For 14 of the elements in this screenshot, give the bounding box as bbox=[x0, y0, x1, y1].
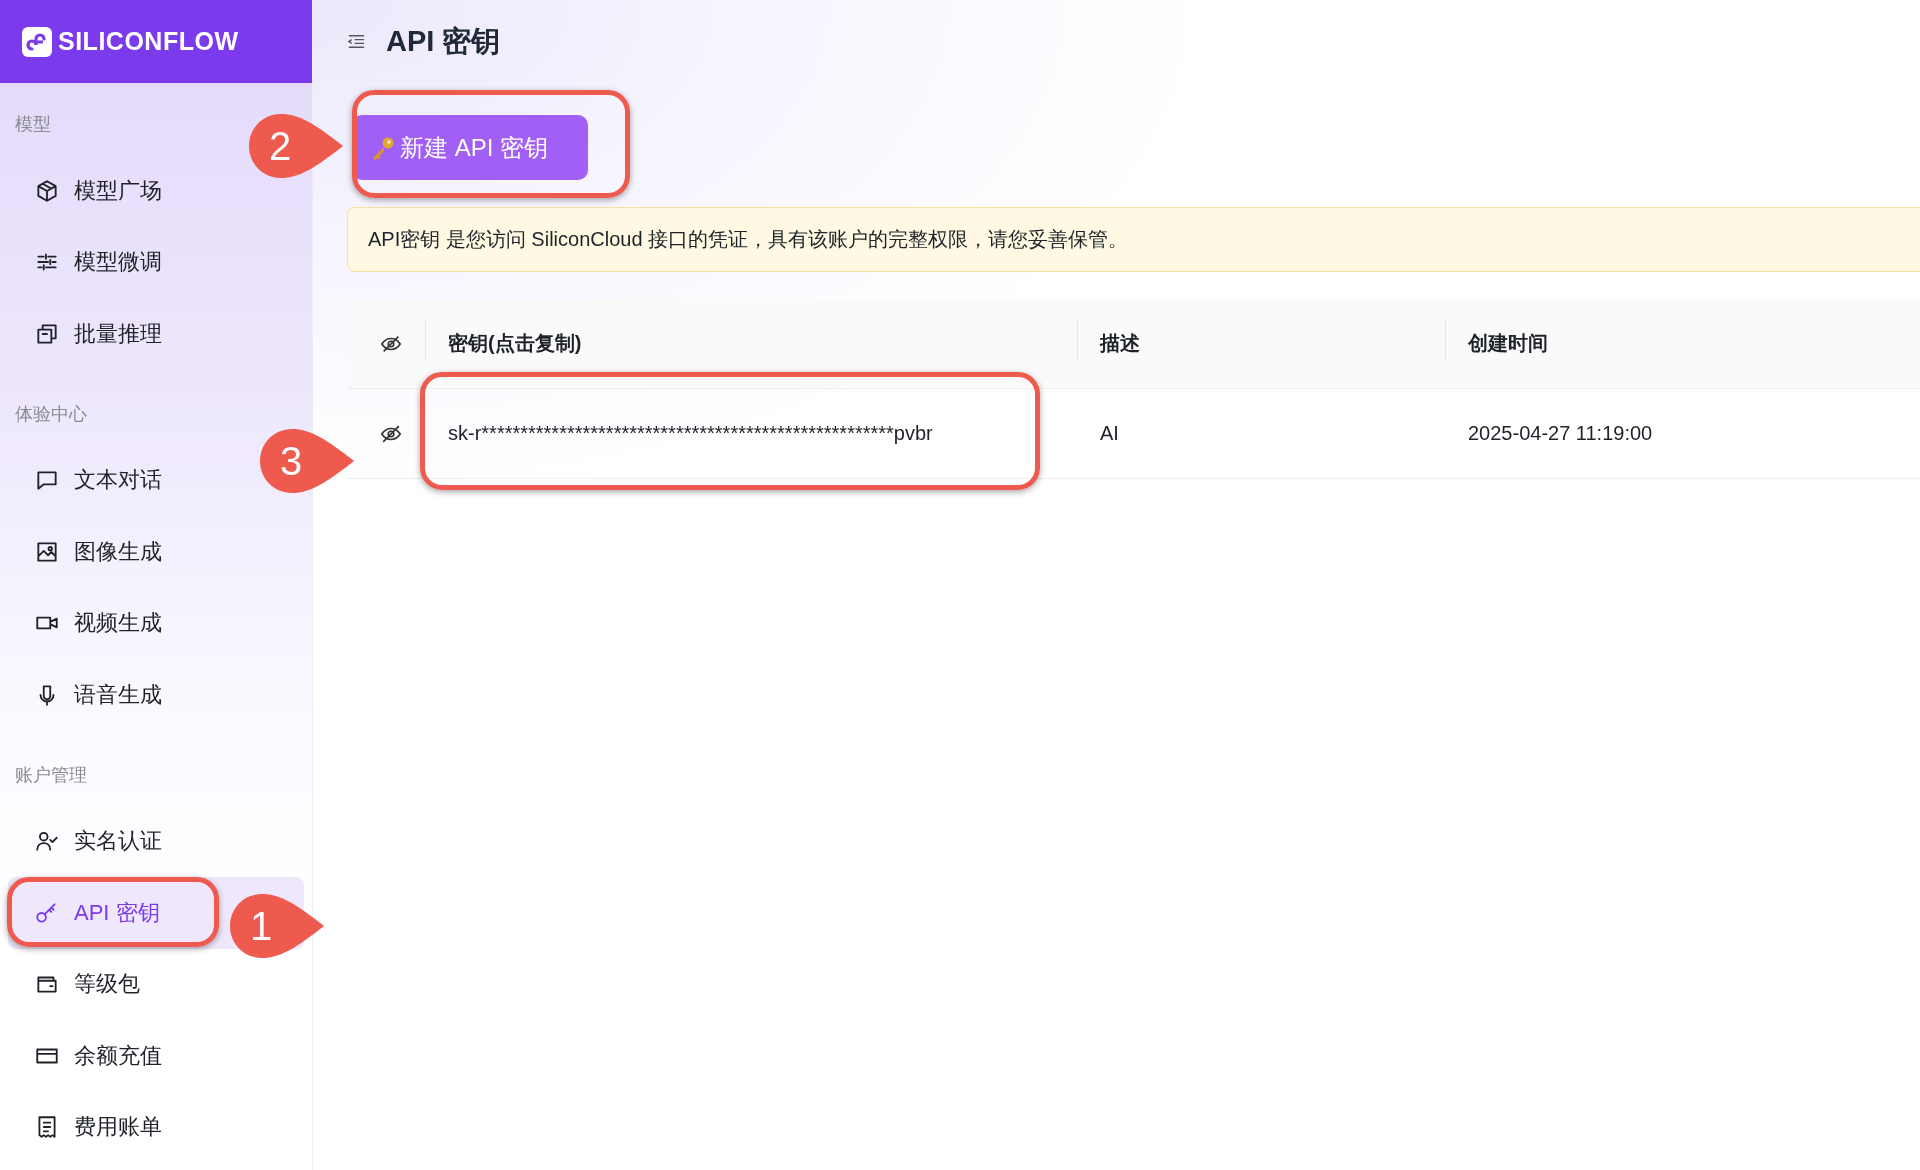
step-number: 2 bbox=[269, 126, 292, 166]
column-header: 描述 bbox=[1100, 332, 1140, 354]
page-title: API 密钥 bbox=[386, 23, 501, 59]
section-label: 体验中心 bbox=[14, 402, 88, 426]
brand-name: SILICONFLOW bbox=[58, 27, 239, 56]
table-cell-text: 2025-04-27 11:19:00 bbox=[1467, 422, 1654, 445]
section-label: 账户管理 bbox=[14, 763, 88, 787]
column-header: 创建时间 bbox=[1468, 332, 1548, 354]
column-header: 密钥(点击复制) bbox=[448, 332, 582, 354]
step-number: 3 bbox=[280, 441, 303, 481]
step-number: 1 bbox=[250, 906, 273, 946]
table-cell-text: AI bbox=[1099, 422, 1120, 445]
notice-banner: API密钥 是您访问 SiliconCloud 接口的凭证，具有该账户的完整权限，请您妥善保管。 bbox=[347, 207, 1920, 272]
section-label: 模型 bbox=[14, 113, 52, 136]
